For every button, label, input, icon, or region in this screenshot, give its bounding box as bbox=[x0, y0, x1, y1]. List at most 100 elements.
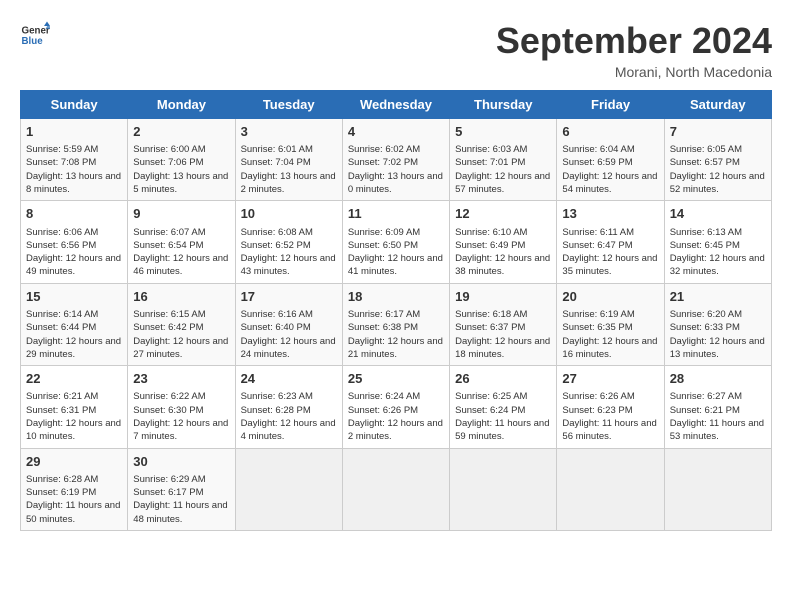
day-number: 25 bbox=[348, 370, 444, 388]
day-info: Sunrise: 6:08 AM Sunset: 6:52 PM Dayligh… bbox=[241, 226, 337, 279]
day-number: 21 bbox=[670, 288, 766, 306]
day-info: Sunrise: 6:14 AM Sunset: 6:44 PM Dayligh… bbox=[26, 308, 122, 361]
days-of-week-row: SundayMondayTuesdayWednesdayThursdayFrid… bbox=[21, 91, 772, 119]
day-number: 4 bbox=[348, 123, 444, 141]
day-number: 18 bbox=[348, 288, 444, 306]
calendar-cell bbox=[450, 448, 557, 530]
calendar-cell bbox=[557, 448, 664, 530]
week-row-4: 29 Sunrise: 6:28 AM Sunset: 6:19 PM Dayli… bbox=[21, 448, 772, 530]
day-number: 22 bbox=[26, 370, 122, 388]
day-info: Sunrise: 6:19 AM Sunset: 6:35 PM Dayligh… bbox=[562, 308, 658, 361]
day-header-monday: Monday bbox=[128, 91, 235, 119]
day-number: 17 bbox=[241, 288, 337, 306]
day-number: 14 bbox=[670, 205, 766, 223]
calendar-cell: 3 Sunrise: 6:01 AM Sunset: 7:04 PM Daylig… bbox=[235, 119, 342, 201]
calendar-cell: 29 Sunrise: 6:28 AM Sunset: 6:19 PM Dayli… bbox=[21, 448, 128, 530]
day-number: 2 bbox=[133, 123, 229, 141]
day-info: Sunrise: 6:11 AM Sunset: 6:47 PM Dayligh… bbox=[562, 226, 658, 279]
calendar-cell: 6 Sunrise: 6:04 AM Sunset: 6:59 PM Daylig… bbox=[557, 119, 664, 201]
calendar-cell: 12 Sunrise: 6:10 AM Sunset: 6:49 PM Dayli… bbox=[450, 201, 557, 283]
day-info: Sunrise: 6:21 AM Sunset: 6:31 PM Dayligh… bbox=[26, 390, 122, 443]
day-info: Sunrise: 6:20 AM Sunset: 6:33 PM Dayligh… bbox=[670, 308, 766, 361]
calendar-cell: 24 Sunrise: 6:23 AM Sunset: 6:28 PM Dayli… bbox=[235, 366, 342, 448]
day-number: 1 bbox=[26, 123, 122, 141]
calendar-cell: 15 Sunrise: 6:14 AM Sunset: 6:44 PM Dayli… bbox=[21, 283, 128, 365]
day-number: 3 bbox=[241, 123, 337, 141]
day-number: 26 bbox=[455, 370, 551, 388]
day-number: 10 bbox=[241, 205, 337, 223]
day-info: Sunrise: 6:28 AM Sunset: 6:19 PM Dayligh… bbox=[26, 473, 122, 526]
calendar-cell: 5 Sunrise: 6:03 AM Sunset: 7:01 PM Daylig… bbox=[450, 119, 557, 201]
day-number: 6 bbox=[562, 123, 658, 141]
calendar-cell: 14 Sunrise: 6:13 AM Sunset: 6:45 PM Dayli… bbox=[664, 201, 771, 283]
day-info: Sunrise: 6:09 AM Sunset: 6:50 PM Dayligh… bbox=[348, 226, 444, 279]
day-info: Sunrise: 6:13 AM Sunset: 6:45 PM Dayligh… bbox=[670, 226, 766, 279]
day-number: 7 bbox=[670, 123, 766, 141]
day-header-saturday: Saturday bbox=[664, 91, 771, 119]
day-info: Sunrise: 6:17 AM Sunset: 6:38 PM Dayligh… bbox=[348, 308, 444, 361]
calendar-cell: 7Sunrise: 6:05 AM Sunset: 6:57 PM Daylig… bbox=[664, 119, 771, 201]
day-number: 15 bbox=[26, 288, 122, 306]
day-info: Sunrise: 6:01 AM Sunset: 7:04 PM Dayligh… bbox=[241, 143, 337, 196]
calendar-cell: 10 Sunrise: 6:08 AM Sunset: 6:52 PM Dayli… bbox=[235, 201, 342, 283]
day-header-sunday: Sunday bbox=[21, 91, 128, 119]
day-info: Sunrise: 6:15 AM Sunset: 6:42 PM Dayligh… bbox=[133, 308, 229, 361]
day-info: Sunrise: 6:24 AM Sunset: 6:26 PM Dayligh… bbox=[348, 390, 444, 443]
calendar-cell: 17Sunrise: 6:16 AM Sunset: 6:40 PM Dayli… bbox=[235, 283, 342, 365]
day-number: 8 bbox=[26, 205, 122, 223]
calendar-body: 1Sunrise: 5:59 AM Sunset: 7:08 PM Daylig… bbox=[21, 119, 772, 531]
calendar-cell: 27Sunrise: 6:26 AM Sunset: 6:23 PM Dayli… bbox=[557, 366, 664, 448]
calendar-cell: 19 Sunrise: 6:18 AM Sunset: 6:37 PM Dayli… bbox=[450, 283, 557, 365]
day-info: Sunrise: 6:03 AM Sunset: 7:01 PM Dayligh… bbox=[455, 143, 551, 196]
day-info: Sunrise: 6:29 AM Sunset: 6:17 PM Dayligh… bbox=[133, 473, 229, 526]
week-row-2: 15 Sunrise: 6:14 AM Sunset: 6:44 PM Dayli… bbox=[21, 283, 772, 365]
day-info: Sunrise: 6:02 AM Sunset: 7:02 PM Dayligh… bbox=[348, 143, 444, 196]
calendar-cell: 30 Sunrise: 6:29 AM Sunset: 6:17 PM Dayli… bbox=[128, 448, 235, 530]
day-number: 5 bbox=[455, 123, 551, 141]
calendar-cell: 13 Sunrise: 6:11 AM Sunset: 6:47 PM Dayli… bbox=[557, 201, 664, 283]
day-info: Sunrise: 6:06 AM Sunset: 6:56 PM Dayligh… bbox=[26, 226, 122, 279]
day-number: 11 bbox=[348, 205, 444, 223]
month-title: September 2024 bbox=[496, 20, 772, 62]
day-number: 19 bbox=[455, 288, 551, 306]
calendar-cell bbox=[342, 448, 449, 530]
day-number: 29 bbox=[26, 453, 122, 471]
day-info: Sunrise: 6:07 AM Sunset: 6:54 PM Dayligh… bbox=[133, 226, 229, 279]
day-info: Sunrise: 6:25 AM Sunset: 6:24 PM Dayligh… bbox=[455, 390, 551, 443]
day-header-thursday: Thursday bbox=[450, 91, 557, 119]
day-header-friday: Friday bbox=[557, 91, 664, 119]
day-info: Sunrise: 6:26 AM Sunset: 6:23 PM Dayligh… bbox=[562, 390, 658, 443]
day-number: 30 bbox=[133, 453, 229, 471]
day-number: 20 bbox=[562, 288, 658, 306]
day-header-tuesday: Tuesday bbox=[235, 91, 342, 119]
calendar-cell: 1Sunrise: 5:59 AM Sunset: 7:08 PM Daylig… bbox=[21, 119, 128, 201]
day-number: 13 bbox=[562, 205, 658, 223]
day-number: 9 bbox=[133, 205, 229, 223]
calendar-cell: 4 Sunrise: 6:02 AM Sunset: 7:02 PM Daylig… bbox=[342, 119, 449, 201]
calendar-cell: 28Sunrise: 6:27 AM Sunset: 6:21 PM Dayli… bbox=[664, 366, 771, 448]
day-info: Sunrise: 6:10 AM Sunset: 6:49 PM Dayligh… bbox=[455, 226, 551, 279]
logo-icon: General Blue bbox=[20, 20, 50, 50]
title-area: September 2024 Morani, North Macedonia bbox=[496, 20, 772, 80]
week-row-1: 8 Sunrise: 6:06 AM Sunset: 6:56 PM Daylig… bbox=[21, 201, 772, 283]
day-info: Sunrise: 6:04 AM Sunset: 6:59 PM Dayligh… bbox=[562, 143, 658, 196]
svg-text:Blue: Blue bbox=[22, 36, 44, 47]
calendar-cell bbox=[664, 448, 771, 530]
day-info: Sunrise: 6:18 AM Sunset: 6:37 PM Dayligh… bbox=[455, 308, 551, 361]
calendar-cell: 20 Sunrise: 6:19 AM Sunset: 6:35 PM Dayli… bbox=[557, 283, 664, 365]
calendar-cell: 21 Sunrise: 6:20 AM Sunset: 6:33 PM Dayli… bbox=[664, 283, 771, 365]
calendar-cell: 26 Sunrise: 6:25 AM Sunset: 6:24 PM Dayli… bbox=[450, 366, 557, 448]
logo: General Blue bbox=[20, 20, 50, 50]
week-row-0: 1Sunrise: 5:59 AM Sunset: 7:08 PM Daylig… bbox=[21, 119, 772, 201]
day-number: 28 bbox=[670, 370, 766, 388]
calendar-header: SundayMondayTuesdayWednesdayThursdayFrid… bbox=[21, 91, 772, 119]
calendar-cell: 25 Sunrise: 6:24 AM Sunset: 6:26 PM Dayli… bbox=[342, 366, 449, 448]
calendar-cell: 11 Sunrise: 6:09 AM Sunset: 6:50 PM Dayli… bbox=[342, 201, 449, 283]
day-number: 23 bbox=[133, 370, 229, 388]
day-number: 16 bbox=[133, 288, 229, 306]
page-header: General Blue September 2024 Morani, Nort… bbox=[20, 20, 772, 80]
day-number: 24 bbox=[241, 370, 337, 388]
day-number: 12 bbox=[455, 205, 551, 223]
day-info: Sunrise: 6:23 AM Sunset: 6:28 PM Dayligh… bbox=[241, 390, 337, 443]
calendar-cell: 22 Sunrise: 6:21 AM Sunset: 6:31 PM Dayli… bbox=[21, 366, 128, 448]
